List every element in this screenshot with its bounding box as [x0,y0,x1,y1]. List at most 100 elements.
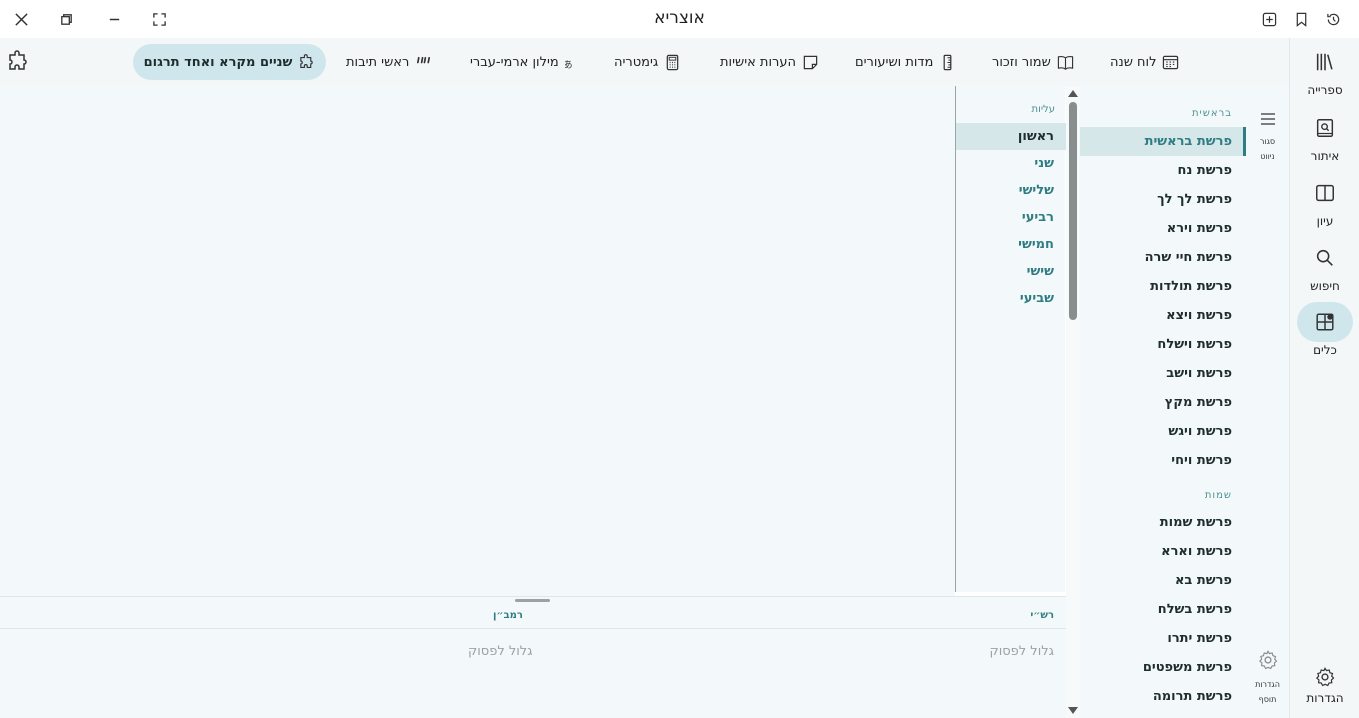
bookmark-icon [1296,12,1306,27]
scroll-down-arrow[interactable] [1068,707,1078,714]
close-navigation-button[interactable]: סגור ניווט [1246,110,1289,162]
menu-icon [1260,113,1275,125]
tool-shnayim-mikra-button[interactable]: שניים מקרא ואחד תרגום [133,44,326,80]
calendar-icon [1163,55,1179,69]
tool-label: מדות ושיעורים [855,54,934,70]
scroll-thumb[interactable] [1069,102,1077,320]
tool-notes-button[interactable]: הערות אישיות [720,51,819,73]
history-icon [1326,13,1339,25]
restore-window-button[interactable] [53,6,79,32]
scroll-up-arrow[interactable] [1068,90,1078,97]
aliyah-item[interactable]: רביעי [956,204,1066,231]
parsha-item[interactable]: פרשת מקץ [1080,388,1246,417]
parsha-item[interactable]: פרשת וארא [1080,537,1246,566]
aliyah-item[interactable]: שישי [956,258,1066,285]
parsha-item[interactable]: פרשת חיי שרה [1080,243,1246,272]
plugin-settings-line1: הגדרות [1255,680,1280,689]
plugin-settings-button[interactable]: הגדרות תוסף [1246,649,1289,705]
tool-calendar-button[interactable]: לוח שנה [1110,51,1179,73]
parsha-list: בראשית פרשת בראשית פרשת נח פרשת לך לך פר… [1080,86,1246,718]
ruler-icon [943,54,952,70]
parsha-item[interactable]: פרשת שמות [1080,508,1246,537]
aliyah-item[interactable]: שביעי [956,285,1066,312]
puzzle-icon [300,53,314,68]
nav-tools[interactable]: כלים [1290,302,1359,364]
tool-shamor-button[interactable]: שמור וזכור [992,51,1074,73]
parsha-list-scrollbar[interactable] [1066,86,1080,718]
minimize-window-button[interactable] [101,6,127,32]
parsha-item[interactable]: פרשת וירא [1080,214,1246,243]
resize-handle[interactable] [515,599,550,602]
svg-text:あ: あ [565,60,573,71]
nav-label: עיון [1316,214,1334,228]
puzzle-icon [9,50,27,70]
tool-midot-button[interactable]: מדות ושיעורים [855,51,956,73]
tool-label: שניים מקרא ואחד תרגום [143,54,293,70]
nav-settings[interactable]: הגדרות [1290,664,1359,718]
open-book-icon [1057,55,1074,70]
parsha-item[interactable]: פרשת משפטים [1080,653,1246,682]
nav-library[interactable]: ספרייה [1290,42,1359,104]
nav-label-line1: סגור [1259,137,1276,146]
tools-icon [1316,313,1334,331]
parsha-item[interactable]: פרשת יתרו [1080,624,1246,653]
main-nav-rail: ספרייה איתור עיון חיפוש כלים הגדרות [1289,38,1359,718]
plugin-side-column: סגור ניווט הגדרות תוסף [1246,86,1289,718]
close-icon [14,12,28,26]
sticky-note-icon [803,55,818,69]
tool-label: גימטריה [614,54,659,70]
commentary-divider [0,628,1066,629]
nav-icon-wrap [1297,108,1353,148]
commentary-pane: רש״י רמב״ן גלול לפסוק גלול לפסוק [0,596,1066,718]
nav-icon-wrap [1297,664,1353,690]
parsha-item[interactable]: פרשת לך לך [1080,185,1246,214]
plugin-settings-line2: תוסף [1258,695,1277,704]
parsha-item[interactable]: פרשת בא [1080,566,1246,595]
tool-label: הערות אישיות [720,54,796,70]
parsha-item[interactable]: פרשת תולדות [1080,272,1246,301]
tool-acronyms-button[interactable]: ראשי תיבות [346,51,432,73]
parsha-item[interactable]: פרשת וישב [1080,359,1246,388]
nav-search[interactable]: חיפוש [1290,238,1359,300]
parsha-item[interactable]: פרשת תרומה [1080,682,1246,711]
aliyah-item[interactable]: חמישי [956,231,1066,258]
library-icon [1316,53,1333,71]
gear-icon [1258,650,1277,670]
tool-label: לוח שנה [1110,54,1157,70]
find-book-icon [1316,119,1334,137]
parsha-item[interactable]: פרשת בשלח [1080,595,1246,624]
aliyah-item[interactable]: שני [956,150,1066,177]
parsha-item[interactable]: פרשת ויחי [1080,446,1246,475]
aliyah-item[interactable]: שלישי [956,177,1066,204]
nav-find[interactable]: איתור [1290,108,1359,170]
close-window-button[interactable] [8,6,34,32]
extensions-button[interactable] [6,50,30,74]
add-tab-icon [1262,12,1276,26]
fullscreen-button[interactable] [146,6,172,32]
nav-label: כלים [1313,343,1337,357]
tool-dictionary-button[interactable]: aあ מילון ארמי-עברי [470,51,582,73]
nav-reading[interactable]: עיון [1290,173,1359,235]
tool-label: ראשי תיבות [346,54,410,70]
history-button[interactable] [1320,6,1346,32]
parsha-item[interactable]: פרשת נח [1080,156,1246,185]
bookmarks-button[interactable] [1288,6,1314,32]
book-header: בראשית [1191,108,1232,119]
window-title: אוצריא [654,8,705,28]
nav-icon-wrap [1297,238,1353,278]
tool-gematria-button[interactable]: גימטריה [614,51,681,73]
commentary-empty-ramban: גלול לפסוק [468,644,533,659]
nav-icon-wrap [1297,173,1353,213]
aliyot-panel: עליות ראשון שני שלישי רביעי חמישי שישי ש… [955,86,1066,592]
parsha-item[interactable]: פרשת ויצא [1080,301,1246,330]
parsha-item[interactable]: פרשת בראשית [1080,127,1246,156]
text-content-area[interactable] [0,86,955,596]
tools-toolbar: שניים מקרא ואחד תרגום ראשי תיבות aあ מילו… [0,38,1289,86]
translate-icon: aあ [565,57,573,71]
parsha-item[interactable]: פרשת וישלח [1080,330,1246,359]
parsha-item[interactable]: פרשת ויגש [1080,417,1246,446]
nav-icon-wrap [1297,302,1353,342]
commentary-empty-rashi: גלול לפסוק [989,644,1054,659]
aliyah-item[interactable]: ראשון [956,123,1066,150]
new-tab-button[interactable] [1256,6,1282,32]
